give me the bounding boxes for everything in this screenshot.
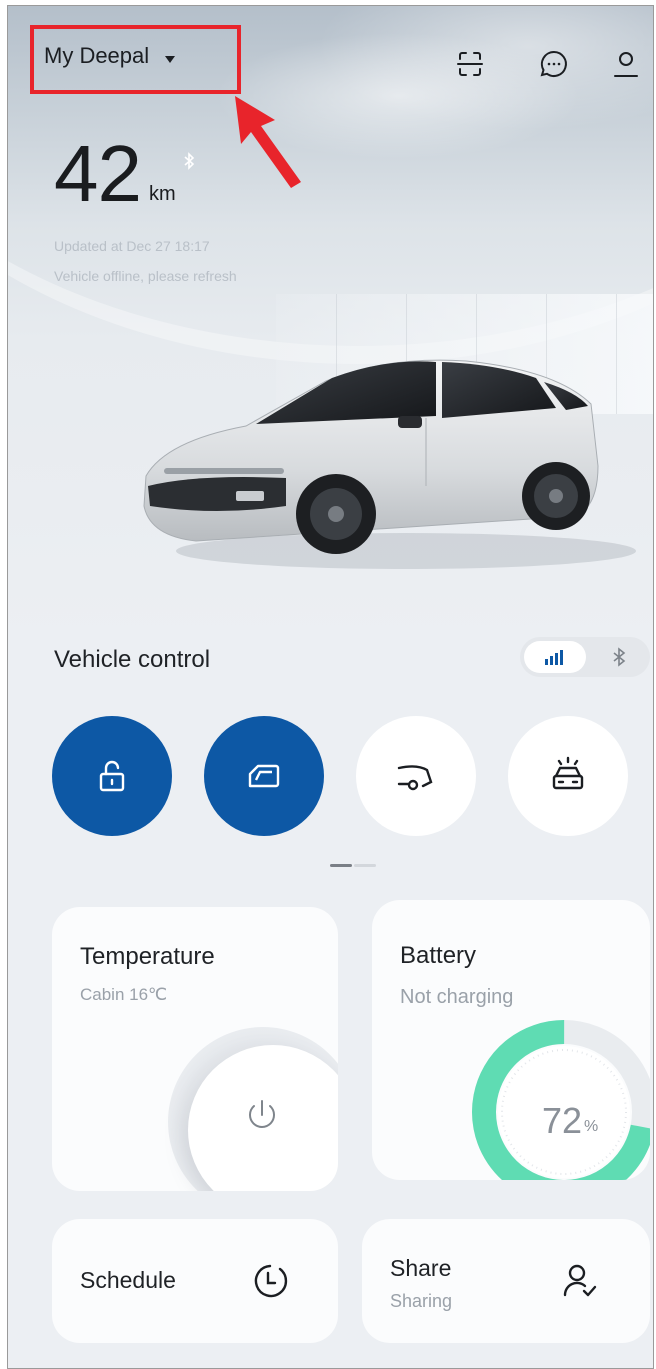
find-car-button[interactable] bbox=[508, 716, 628, 836]
battery-level-value: 72 bbox=[542, 1100, 583, 1141]
power-icon[interactable] bbox=[242, 1095, 282, 1135]
schedule-clock-icon bbox=[254, 1264, 288, 1298]
last-updated-text: Updated at Dec 27 18:17 bbox=[54, 238, 210, 254]
app-screen: My Deepal 42 km Updated at Dec 27 18:17 … bbox=[7, 5, 654, 1369]
window-control-button[interactable] bbox=[204, 716, 324, 836]
share-title: Share bbox=[390, 1255, 452, 1281]
schedule-card[interactable]: Schedule bbox=[52, 1219, 338, 1343]
scan-icon[interactable] bbox=[454, 48, 486, 80]
cellular-mode-button[interactable] bbox=[524, 641, 586, 673]
user-check-icon bbox=[563, 1264, 597, 1297]
unlock-button[interactable] bbox=[52, 716, 172, 836]
connection-status-text: Vehicle offline, please refresh bbox=[54, 268, 237, 284]
annotation-arrow bbox=[235, 96, 301, 188]
charging-status-text: Not charging bbox=[400, 986, 514, 1008]
cellular-signal-icon bbox=[545, 650, 563, 665]
battery-gauge bbox=[472, 1020, 650, 1180]
range-unit: km bbox=[148, 183, 176, 205]
temperature-card[interactable]: Temperature Cabin 16℃ bbox=[52, 907, 338, 1191]
range-value: 42 bbox=[54, 129, 142, 218]
annotation-highlight-box bbox=[30, 25, 241, 94]
vehicle-image bbox=[143, 359, 636, 569]
battery-title: Battery bbox=[400, 942, 477, 969]
bluetooth-mode-button[interactable] bbox=[592, 641, 646, 673]
share-card[interactable]: Share Sharing bbox=[362, 1219, 650, 1343]
bluetooth-icon bbox=[184, 152, 195, 170]
page-indicator bbox=[330, 864, 376, 868]
bluetooth-icon bbox=[613, 647, 626, 667]
unlock-icon bbox=[99, 760, 125, 792]
vehicle-control-title: Vehicle control bbox=[54, 646, 211, 673]
share-status-text: Sharing bbox=[390, 1291, 453, 1311]
battery-level: 72% bbox=[542, 1100, 598, 1142]
profile-icon[interactable] bbox=[610, 48, 642, 80]
message-icon[interactable] bbox=[538, 48, 570, 80]
find-car-icon bbox=[552, 756, 584, 790]
trunk-button[interactable] bbox=[356, 716, 476, 836]
window-icon bbox=[248, 764, 280, 788]
trunk-icon bbox=[397, 765, 433, 791]
connection-mode-toggle[interactable] bbox=[520, 637, 650, 677]
range-display: 42 km bbox=[54, 134, 176, 214]
temperature-title: Temperature bbox=[80, 943, 215, 970]
cabin-temperature-text: Cabin 16℃ bbox=[80, 985, 168, 1004]
schedule-title: Schedule bbox=[80, 1267, 176, 1293]
battery-card[interactable]: Battery Not charging 72% bbox=[372, 900, 650, 1180]
battery-level-unit: % bbox=[584, 1118, 599, 1135]
